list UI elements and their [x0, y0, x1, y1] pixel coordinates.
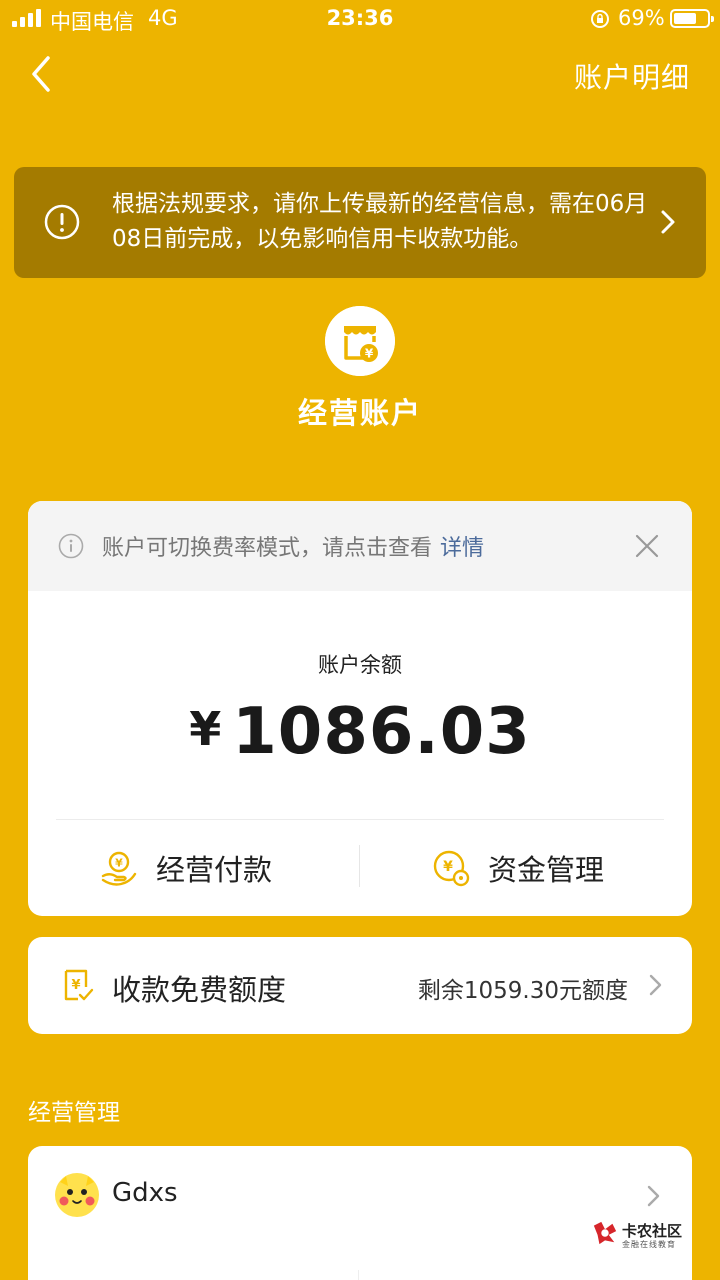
- status-bar: 中国电信 4G 23:36 69%: [0, 0, 720, 38]
- store-account-icon: ¥: [325, 306, 395, 376]
- currency-symbol: ¥: [189, 702, 223, 756]
- chevron-right-icon: [649, 974, 662, 996]
- notice-details-link[interactable]: 详情: [440, 536, 484, 561]
- balance-card: 账户可切换费率模式，请点击查看 详情 账户余额 ¥1086.03 ¥ 经营付款 ¥…: [28, 501, 692, 916]
- balance-amount: ¥1086.03: [28, 695, 692, 769]
- avatar: [55, 1173, 99, 1217]
- free-quota-row[interactable]: ¥ 收款免费额度 剩余1059.30元额度: [28, 937, 692, 1034]
- svg-text:¥: ¥: [71, 978, 80, 993]
- back-button[interactable]: [22, 52, 62, 96]
- svg-text:¥: ¥: [115, 857, 123, 870]
- fund-management-label: 资金管理: [488, 853, 605, 887]
- chevron-right-icon: [647, 1185, 660, 1207]
- status-time: 23:36: [326, 6, 394, 30]
- close-icon[interactable]: [634, 533, 660, 559]
- svg-text:¥: ¥: [365, 347, 374, 361]
- free-quota-title: 收款免费额度: [112, 973, 287, 1007]
- business-payment-button[interactable]: ¥ 经营付款: [100, 841, 272, 895]
- hand-coin-icon: ¥: [101, 851, 137, 886]
- divider: [358, 1270, 359, 1280]
- warning-icon: [44, 204, 80, 240]
- watermark: 卡农社区 金融在线教育: [592, 1218, 692, 1250]
- battery-percent: 69%: [618, 6, 665, 30]
- free-quota-remaining: 剩余1059.30元额度: [417, 978, 628, 1004]
- fee-mode-notice: 账户可切换费率模式，请点击查看 详情: [28, 501, 692, 591]
- rotation-lock-icon: [591, 10, 609, 28]
- watermark-title: 卡农社区: [622, 1222, 683, 1240]
- balance-value: 1086.03: [232, 695, 531, 769]
- info-icon: [58, 533, 84, 559]
- balance-label: 账户余额: [318, 653, 402, 677]
- notice-text: 账户可切换费率模式，请点击查看 详情: [102, 530, 484, 562]
- business-payment-label: 经营付款: [156, 853, 273, 887]
- watermark-logo-icon: [593, 1221, 617, 1245]
- divider: [359, 845, 360, 887]
- section-title: 经营管理: [28, 1100, 120, 1126]
- merchant-name: Gdxs: [112, 1178, 178, 1208]
- watermark-subtitle: 金融在线教育: [622, 1240, 676, 1249]
- notice-message: 账户可切换费率模式，请点击查看: [102, 536, 433, 561]
- banner-text: 根据法规要求，请你上传最新的经营信息，需在06月08日前完成，以免影响信用卡收款…: [112, 191, 648, 252]
- divider: [56, 819, 664, 820]
- receipt-check-icon: ¥: [64, 969, 94, 1001]
- chevron-right-icon: [661, 210, 675, 234]
- account-details-link[interactable]: 账户明细: [574, 56, 690, 96]
- coin-gear-icon: ¥: [433, 850, 470, 887]
- merchant-row[interactable]: Gdxs: [28, 1146, 692, 1280]
- compliance-banner[interactable]: 根据法规要求，请你上传最新的经营信息，需在06月08日前完成，以免影响信用卡收款…: [14, 167, 706, 278]
- svg-text:¥: ¥: [443, 859, 453, 875]
- fund-management-button[interactable]: ¥ 资金管理: [432, 841, 604, 895]
- account-title: 经营账户: [297, 396, 422, 430]
- battery-icon: [670, 9, 714, 28]
